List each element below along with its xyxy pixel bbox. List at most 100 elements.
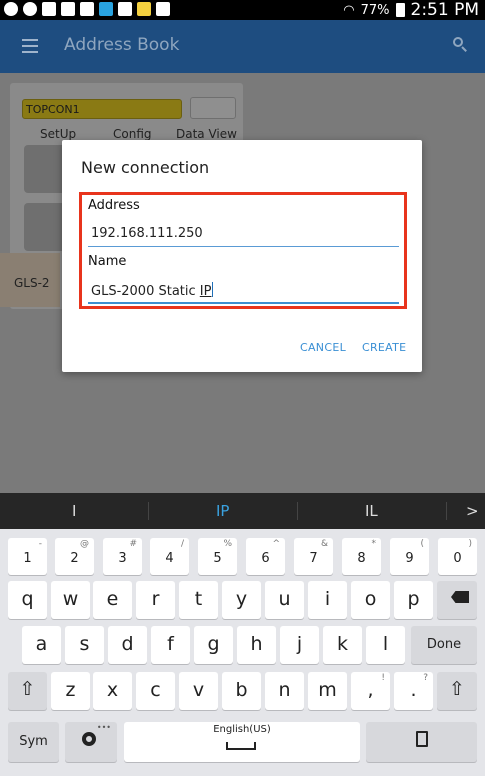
clipboard-key[interactable]: [366, 722, 477, 762]
cancel-button[interactable]: CANCEL: [300, 341, 346, 354]
name-underline: [88, 302, 399, 304]
space-key[interactable]: English(US): [124, 722, 360, 762]
key-f[interactable]: f: [151, 626, 190, 664]
suggestion-2[interactable]: IP: [216, 502, 229, 520]
text-cursor: [212, 282, 214, 297]
name-value-prefix: GLS-2000 Static: [91, 284, 200, 299]
sym-key[interactable]: Sym: [8, 722, 59, 762]
name-value-composing: IP: [199, 284, 212, 299]
device-name-field: TOPCON1: [22, 99, 182, 119]
divider: [148, 502, 149, 520]
divider: [446, 502, 447, 520]
key-9[interactable]: (9: [390, 538, 429, 575]
suggestion-bar: I IP IL >: [0, 493, 485, 529]
key-m[interactable]: m: [308, 672, 347, 710]
gear-icon: [82, 732, 96, 746]
shield-icon: [23, 2, 37, 16]
key-0[interactable]: ) 0: [438, 538, 477, 575]
key-l[interactable]: l: [366, 626, 405, 664]
screen: ◠ 77% 2:51 PM Address Book TOPCON1 SetUp…: [0, 0, 485, 776]
key-comma[interactable]: !,: [351, 672, 390, 710]
search-icon[interactable]: [453, 37, 467, 52]
key-z[interactable]: z: [51, 672, 90, 710]
app-bar: Address Book: [0, 20, 485, 73]
check-icon: [156, 2, 170, 16]
key-x[interactable]: x: [93, 672, 132, 710]
shift-icon: ⇧: [19, 678, 36, 700]
photo-icon: [61, 2, 75, 16]
create-button[interactable]: CREATE: [362, 341, 406, 354]
battery-percent: 77%: [360, 2, 390, 18]
new-connection-dialog: New connection Address 192.168.111.250 N…: [62, 140, 422, 372]
data-view-label: Data View: [176, 127, 237, 141]
key-3[interactable]: #3: [103, 538, 142, 575]
key-u[interactable]: u: [265, 581, 304, 619]
done-key[interactable]: Done: [411, 626, 477, 664]
address-field[interactable]: 192.168.111.250: [91, 226, 203, 241]
clipboard-icon: [416, 731, 428, 747]
config-label: Config: [113, 127, 152, 141]
name-field[interactable]: GLS-2000 Static IP: [91, 282, 214, 299]
divider: [297, 502, 298, 520]
key-v[interactable]: v: [179, 672, 218, 710]
key-4[interactable]: /4: [150, 538, 189, 575]
key-1[interactable]: -1: [8, 538, 47, 575]
key-e[interactable]: e: [93, 581, 132, 619]
hamburger-icon[interactable]: [22, 39, 38, 53]
key-period[interactable]: ?.: [394, 672, 433, 710]
expand-suggestions-button[interactable]: >: [466, 502, 479, 520]
more-icon: •••: [96, 723, 111, 732]
key-d[interactable]: d: [108, 626, 147, 664]
suggestion-1[interactable]: I: [72, 502, 76, 520]
settings-key[interactable]: •••: [65, 722, 117, 762]
backspace-icon: [451, 591, 469, 603]
address-underline: [88, 246, 399, 247]
keyboard: -1 @2 #3 /4 % 5 ^ 6 & 7 * 8 (9 ) 0 q w e r t …: [0, 529, 485, 776]
key-b[interactable]: b: [222, 672, 261, 710]
key-h[interactable]: h: [237, 626, 276, 664]
key-r[interactable]: r: [136, 581, 175, 619]
key-y[interactable]: y: [222, 581, 261, 619]
warning-icon: [118, 2, 132, 16]
battery-icon: [395, 3, 405, 17]
highlight-box: Address 192.168.111.250 Name GLS-2000 St…: [79, 192, 407, 309]
key-7[interactable]: & 7: [294, 538, 333, 575]
key-o[interactable]: o: [351, 581, 390, 619]
key-6[interactable]: ^ 6: [246, 538, 285, 575]
dialog-title: New connection: [81, 158, 210, 177]
key-c[interactable]: c: [136, 672, 175, 710]
key-n[interactable]: n: [265, 672, 304, 710]
key-2[interactable]: @2: [55, 538, 94, 575]
status-bar: ◠ 77% 2:51 PM: [0, 0, 485, 20]
image-icon: [80, 2, 94, 16]
key-g[interactable]: g: [194, 626, 233, 664]
wrench-icon: [42, 2, 56, 16]
backspace-key[interactable]: [437, 581, 477, 619]
name-label: Name: [88, 254, 127, 269]
key-j[interactable]: j: [280, 626, 319, 664]
key-k[interactable]: k: [323, 626, 362, 664]
shift-key[interactable]: ⇧: [8, 672, 47, 710]
suggestion-3[interactable]: IL: [365, 502, 378, 520]
key-i[interactable]: i: [308, 581, 347, 619]
shift-icon: ⇧: [449, 678, 465, 700]
key-p[interactable]: p: [394, 581, 433, 619]
key-s[interactable]: s: [65, 626, 104, 664]
add-device-icon: [190, 97, 236, 119]
key-8[interactable]: * 8: [342, 538, 381, 575]
wifi-icon: ◠: [343, 2, 355, 18]
setup-label: SetUp: [40, 127, 77, 141]
key-t[interactable]: t: [179, 581, 218, 619]
key-q[interactable]: q: [8, 581, 47, 619]
opera-icon: [4, 2, 18, 16]
notification-icons: [4, 2, 170, 16]
bluetooth-icon: [99, 2, 113, 16]
clock: 2:51 PM: [410, 0, 480, 20]
app-title: Address Book: [64, 35, 180, 55]
key-a[interactable]: a: [22, 626, 61, 664]
status-right: ◠ 77% 2:51 PM: [343, 0, 479, 20]
folder-icon: [137, 2, 151, 16]
shift-key-right[interactable]: ⇧: [437, 672, 477, 710]
key-5[interactable]: % 5: [198, 538, 237, 575]
key-w[interactable]: w: [51, 581, 90, 619]
